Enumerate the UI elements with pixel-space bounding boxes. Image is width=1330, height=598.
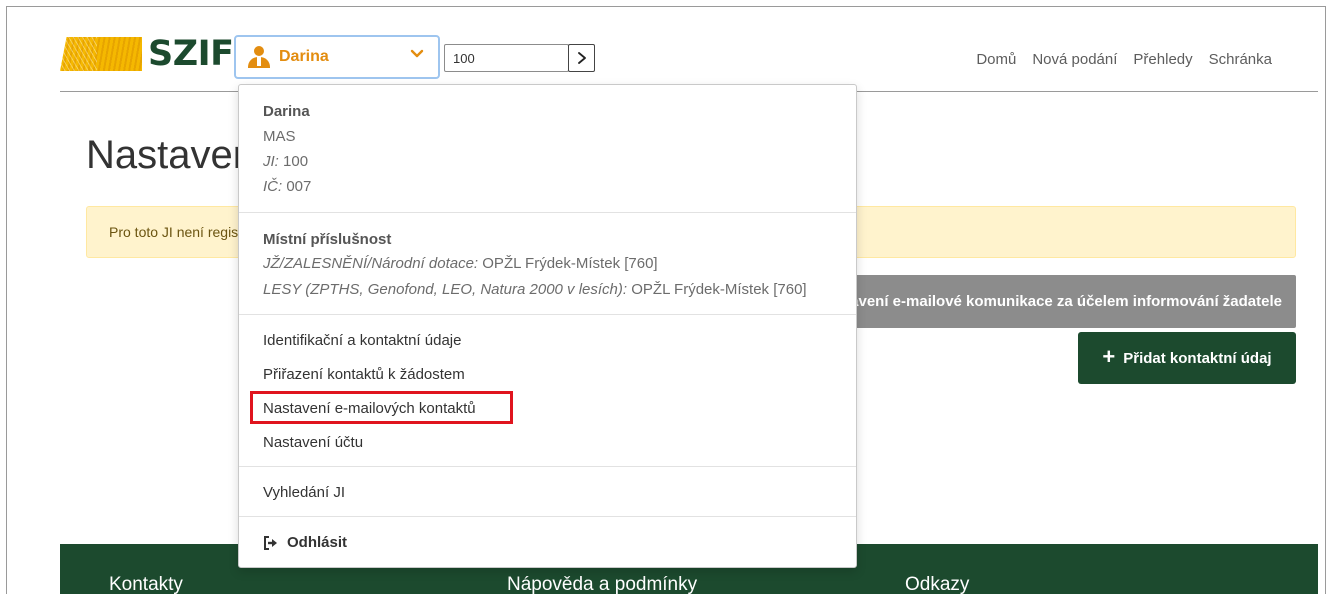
user-dropdown-menu: Darina MAS JI: 100 IČ: 007 Místní příslu…: [238, 84, 857, 568]
dropdown-divider: [239, 466, 856, 467]
footer-contacts[interactable]: Kontakty: [109, 574, 183, 594]
user-name: Darina: [279, 48, 329, 65]
user-dropdown-toggle[interactable]: Darina: [234, 35, 440, 79]
nav-home[interactable]: Domů: [976, 51, 1016, 68]
logout-label: Odhlásit: [287, 534, 348, 551]
ji-go-button[interactable]: [568, 44, 595, 72]
menu-item-contact-assignment[interactable]: Přiřazení kontaktů k žádostem: [263, 366, 465, 383]
dropdown-divider: [239, 516, 856, 517]
nav-inbox[interactable]: Schránka: [1209, 51, 1272, 68]
add-contact-label: Přidat kontaktní údaj: [1123, 349, 1272, 367]
menu-item-identification[interactable]: Identifikační a kontaktní údaje: [263, 332, 461, 349]
logo-text: SZIF: [148, 34, 234, 74]
locality-row: LESY (ZPTHS, Genofond, LEO, Natura 2000 …: [263, 281, 807, 298]
menu-item-account-settings[interactable]: Nastavení účtu: [263, 434, 363, 451]
chevron-down-icon: [410, 47, 424, 61]
menu-item-ji-search[interactable]: Vyhledání JI: [263, 484, 345, 501]
browser-frame: SZIF Darina Domů Nová podání Přehledy Sc…: [6, 6, 1326, 594]
nav-overviews[interactable]: Přehledy: [1133, 51, 1192, 68]
footer-links[interactable]: Odkazy: [905, 574, 969, 594]
plus-icon: +: [1102, 344, 1116, 369]
dropdown-divider: [239, 212, 856, 213]
chevron-right-icon: [577, 52, 586, 64]
wheat-field-logo-icon: [60, 37, 142, 71]
profile-name: Darina: [263, 103, 310, 120]
highlight-annotation: [250, 391, 513, 424]
sign-out-icon: [264, 535, 277, 550]
footer-help[interactable]: Nápověda a podmínky: [507, 574, 697, 594]
locality-heading: Místní příslušnost: [263, 231, 392, 248]
user-icon: [248, 46, 270, 68]
profile-ic: IČ: 007: [263, 178, 312, 195]
profile-ji: JI: 100: [263, 153, 309, 170]
logout-button[interactable]: Odhlásit: [263, 534, 347, 551]
add-contact-button[interactable]: + Přidat kontaktní údaj: [1078, 332, 1296, 384]
nav-new-submissions[interactable]: Nová podání: [1032, 51, 1117, 68]
profile-type: MAS: [263, 128, 296, 145]
top-nav: Domů Nová podání Přehledy Schránka: [976, 51, 1272, 68]
dropdown-divider: [239, 314, 856, 315]
locality-row: JŽ/ZALESNĚNÍ/Národní dotace: OPŽL Frýdek…: [263, 255, 658, 272]
szif-logo[interactable]: SZIF: [60, 34, 234, 74]
ji-search-input[interactable]: [444, 44, 569, 72]
